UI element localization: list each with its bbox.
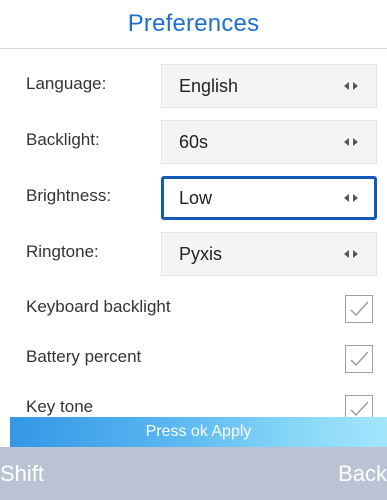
shift-softkey[interactable]: Shift: [0, 447, 44, 500]
ringtone-value: Pyxis: [179, 244, 223, 264]
backlight-value: 60s: [179, 132, 209, 152]
settings-list[interactable]: Language: English Backlight: 60s Brightn…: [0, 49, 387, 417]
setting-row-brightness: Brightness: Low: [0, 168, 387, 224]
backlight-selector[interactable]: 60s: [161, 120, 377, 164]
checkmark-icon: [350, 401, 369, 417]
battery-percent-checkbox[interactable]: [345, 345, 373, 373]
ringtone-selector[interactable]: Pyxis: [161, 232, 377, 276]
softkey-bar: Shift Back: [0, 447, 387, 500]
keyboard-backlight-checkbox[interactable]: [345, 295, 373, 323]
language-value: English: [179, 76, 239, 96]
hint-text: Press ok Apply: [145, 423, 252, 440]
backlight-label: Backlight:: [26, 130, 100, 149]
page-title: Preferences: [127, 10, 260, 37]
toggle-row-battery-percent[interactable]: Battery percent: [0, 332, 387, 382]
setting-row-language: Language: English: [0, 56, 387, 112]
key-tone-label: Key tone: [26, 397, 94, 416]
left-right-arrows-icon: [344, 194, 358, 202]
checkmark-icon: [350, 351, 369, 367]
language-label: Language:: [26, 74, 107, 93]
setting-row-ringtone: Ringtone: Pyxis: [0, 224, 387, 280]
keyboard-backlight-label: Keyboard backlight: [26, 297, 171, 316]
hint-bar: Press ok Apply: [10, 417, 387, 447]
battery-percent-label: Battery percent: [26, 347, 142, 366]
toggle-row-key-tone[interactable]: Key tone: [0, 382, 387, 417]
brightness-selector[interactable]: Low: [161, 176, 377, 220]
toggle-row-keyboard-backlight[interactable]: Keyboard backlight: [0, 282, 387, 332]
ringtone-label: Ringtone:: [26, 242, 99, 261]
left-right-arrows-icon: [344, 138, 358, 146]
header: Preferences: [0, 0, 387, 48]
left-right-arrows-icon: [344, 250, 358, 258]
checkmark-icon: [350, 301, 369, 317]
language-selector[interactable]: English: [161, 64, 377, 108]
key-tone-checkbox[interactable]: [345, 395, 373, 417]
brightness-value: Low: [179, 188, 213, 208]
brightness-label: Brightness:: [26, 186, 112, 205]
setting-row-backlight: Backlight: 60s: [0, 112, 387, 168]
left-right-arrows-icon: [344, 82, 358, 90]
back-softkey[interactable]: Back: [338, 447, 387, 500]
